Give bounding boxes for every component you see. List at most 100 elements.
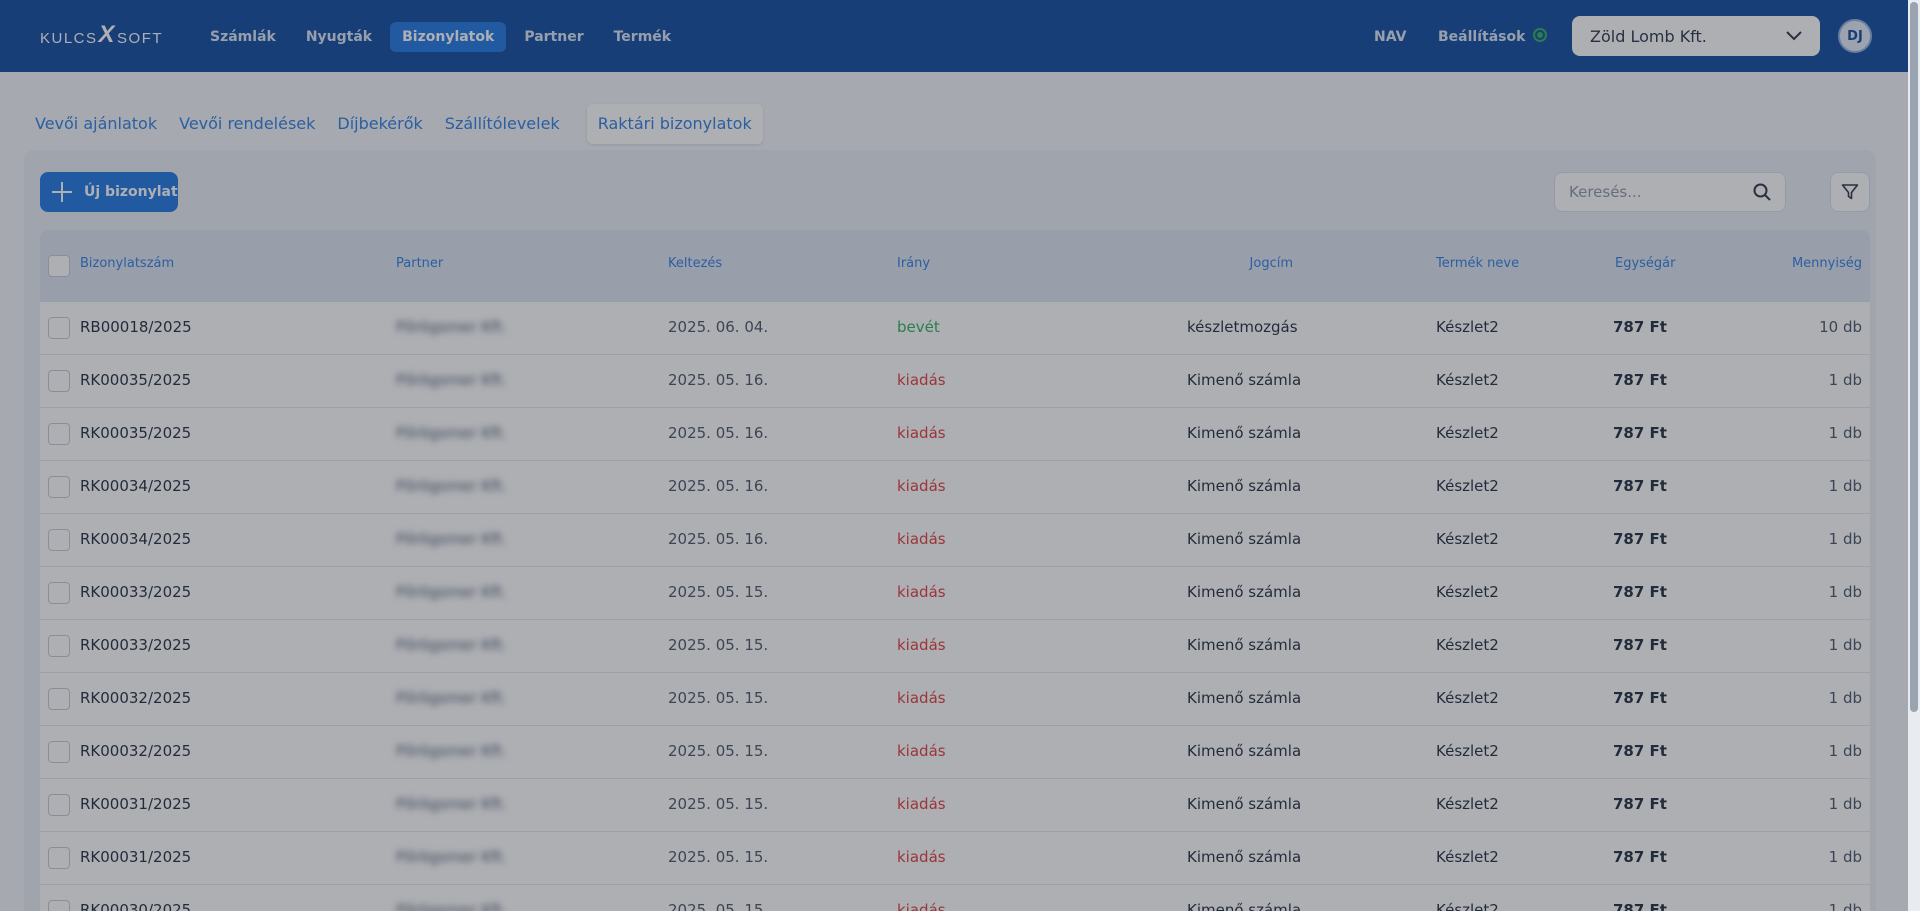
cell-partner: Pőrögsmer Kft. <box>396 424 507 442</box>
tab-szallitolevelek[interactable]: Szállítólevelek <box>434 104 571 144</box>
row-checkbox[interactable] <box>48 582 70 604</box>
row-checkbox[interactable] <box>48 688 70 710</box>
kulcssoft-logo[interactable]: KULCS X SOFT <box>40 21 164 49</box>
table-row[interactable]: RK00031/2025 Pőrögsmer Kft. 2025. 05. 15. k… <box>40 832 1870 885</box>
cell-date: 2025. 05. 15. <box>668 848 769 866</box>
cell-quantity: 1 db <box>1828 583 1862 601</box>
tab-vevoi-ajanlatok[interactable]: Vevői ajánlatok <box>24 104 168 144</box>
cell-direction: kiadás <box>897 477 946 495</box>
row-checkbox[interactable] <box>48 529 70 551</box>
cell-direction: kiadás <box>897 636 946 654</box>
cell-product: Készlet2 <box>1436 424 1499 442</box>
header-bizonylatszam[interactable]: Bizonylatszám <box>80 256 174 271</box>
cell-product: Készlet2 <box>1436 477 1499 495</box>
cell-document-number[interactable]: RK00031/2025 <box>80 795 191 813</box>
cell-document-number[interactable]: RB00018/2025 <box>80 318 192 336</box>
header-irany[interactable]: Irány <box>897 256 930 271</box>
table-row[interactable]: RK00033/2025 Pőrögsmer Kft. 2025. 05. 15. k… <box>40 567 1870 620</box>
cell-direction: kiadás <box>897 795 946 813</box>
cell-document-number[interactable]: RK00030/2025 <box>80 901 191 911</box>
row-checkbox[interactable] <box>48 317 70 339</box>
row-checkbox[interactable] <box>48 635 70 657</box>
row-checkbox[interactable] <box>48 900 70 911</box>
table-row[interactable]: RK00032/2025 Pőrögsmer Kft. 2025. 05. 15. k… <box>40 726 1870 779</box>
new-document-label: Új bizonylat <box>84 184 178 200</box>
tab-raktari-bizonylatok[interactable]: Raktári bizonylatok <box>586 104 763 144</box>
search-input[interactable] <box>1569 183 1749 201</box>
nav-item-szamlak[interactable]: Számlák <box>198 22 288 52</box>
tab-vevoi-rendelesek[interactable]: Vevői rendelések <box>168 104 326 144</box>
scrollbar-thumb[interactable] <box>1910 2 1918 712</box>
table-row[interactable]: RK00030/2025 Pőrögsmer Kft. 2025. 05. 15. k… <box>40 885 1870 911</box>
chevron-down-icon <box>1786 31 1802 41</box>
table-row[interactable]: RK00035/2025 Pőrögsmer Kft. 2025. 05. 16. k… <box>40 355 1870 408</box>
logo-x-mark: X <box>98 21 117 48</box>
cell-reason: készletmozgás <box>1187 318 1298 336</box>
row-checkbox[interactable] <box>48 476 70 498</box>
cell-date: 2025. 05. 16. <box>668 530 769 548</box>
row-checkbox[interactable] <box>48 423 70 445</box>
tab-dijbekerok[interactable]: Díjbekérők <box>326 104 433 144</box>
header-jogcim[interactable]: Jogcím <box>1140 256 1293 271</box>
nav-link-nav[interactable]: NAV <box>1362 22 1418 52</box>
cell-date: 2025. 05. 15. <box>668 583 769 601</box>
nav-item-bizonylatok[interactable]: Bizonylatok <box>390 22 507 52</box>
company-select[interactable]: Zöld Lomb Kft. <box>1572 16 1820 56</box>
cell-direction: bevét <box>897 318 940 336</box>
header-keltezes[interactable]: Keltezés <box>668 256 722 271</box>
select-all-checkbox[interactable] <box>48 255 70 277</box>
cell-document-number[interactable]: RK00032/2025 <box>80 689 191 707</box>
table-row[interactable]: RK00035/2025 Pőrögsmer Kft. 2025. 05. 16. k… <box>40 408 1870 461</box>
cell-date: 2025. 05. 16. <box>668 424 769 442</box>
cell-document-number[interactable]: RK00033/2025 <box>80 636 191 654</box>
cell-unit-price: 787 Ft <box>1613 318 1667 336</box>
cell-direction: kiadás <box>897 371 946 389</box>
cell-date: 2025. 06. 04. <box>668 318 769 336</box>
cell-unit-price: 787 Ft <box>1613 848 1667 866</box>
cell-document-number[interactable]: RK00032/2025 <box>80 742 191 760</box>
cell-document-number[interactable]: RK00035/2025 <box>80 424 191 442</box>
row-checkbox[interactable] <box>48 847 70 869</box>
nav-item-termek[interactable]: Termék <box>602 22 683 52</box>
cell-reason: Kimenő számla <box>1187 530 1302 548</box>
nav-item-partner[interactable]: Partner <box>512 22 595 52</box>
cell-unit-price: 787 Ft <box>1613 583 1667 601</box>
table-row[interactable]: RK00033/2025 Pőrögsmer Kft. 2025. 05. 15. k… <box>40 620 1870 673</box>
cell-document-number[interactable]: RK00033/2025 <box>80 583 191 601</box>
cell-quantity: 1 db <box>1828 742 1862 760</box>
header-mennyiseg[interactable]: Mennyiség <box>1740 256 1862 271</box>
table-row[interactable]: RB00018/2025 Pőrögsmer Kft. 2025. 06. 04. b… <box>40 302 1870 355</box>
cell-unit-price: 787 Ft <box>1613 689 1667 707</box>
table-row[interactable]: RK00031/2025 Pőrögsmer Kft. 2025. 05. 15. k… <box>40 779 1870 832</box>
cell-product: Készlet2 <box>1436 636 1499 654</box>
header-partner[interactable]: Partner <box>396 256 443 271</box>
row-checkbox[interactable] <box>48 794 70 816</box>
header-termek-neve[interactable]: Termék neve <box>1436 256 1519 271</box>
search-icon[interactable] <box>1753 183 1771 201</box>
cell-document-number[interactable]: RK00031/2025 <box>80 848 191 866</box>
cell-product: Készlet2 <box>1436 742 1499 760</box>
user-avatar[interactable]: DJ <box>1838 19 1872 53</box>
cell-document-number[interactable]: RK00034/2025 <box>80 477 191 495</box>
cell-reason: Kimenő számla <box>1187 371 1302 389</box>
table-row[interactable]: RK00034/2025 Pőrögsmer Kft. 2025. 05. 16. k… <box>40 461 1870 514</box>
row-checkbox[interactable] <box>48 741 70 763</box>
cell-document-number[interactable]: RK00034/2025 <box>80 530 191 548</box>
logo-text-right: SOFT <box>117 29 164 47</box>
settings-link[interactable]: Beállítások <box>1426 22 1537 52</box>
company-select-value: Zöld Lomb Kft. <box>1590 26 1707 46</box>
nav-item-nyugtak[interactable]: Nyugták <box>294 22 384 52</box>
table-row[interactable]: RK00032/2025 Pőrögsmer Kft. 2025. 05. 15. k… <box>40 673 1870 726</box>
cell-quantity: 1 db <box>1828 689 1862 707</box>
cell-product: Készlet2 <box>1436 848 1499 866</box>
new-document-button[interactable]: Új bizonylat <box>40 172 178 212</box>
filter-button[interactable] <box>1830 172 1870 212</box>
cell-quantity: 1 db <box>1828 477 1862 495</box>
search-box <box>1554 172 1786 212</box>
table-row[interactable]: RK00034/2025 Pőrögsmer Kft. 2025. 05. 16. k… <box>40 514 1870 567</box>
cell-document-number[interactable]: RK00035/2025 <box>80 371 191 389</box>
row-checkbox[interactable] <box>48 370 70 392</box>
page-scrollbar[interactable] <box>1908 0 1920 911</box>
cell-product: Készlet2 <box>1436 795 1499 813</box>
header-egysegar[interactable]: Egységár <box>1615 256 1676 271</box>
